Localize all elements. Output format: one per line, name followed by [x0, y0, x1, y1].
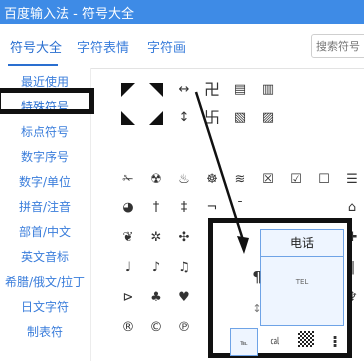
symbol-cell[interactable]: ▧: [226, 104, 254, 132]
symbol-cell[interactable]: ♫: [170, 254, 198, 282]
symbol-triangle-se[interactable]: [142, 104, 170, 132]
symbol-cell[interactable]: †: [142, 194, 170, 222]
sidebar-item-phonetics[interactable]: 英文音标: [0, 248, 90, 265]
symbol-cell[interactable]: ↔: [170, 76, 198, 104]
symbol-cell[interactable]: ♣: [142, 284, 170, 312]
sidebar-item-greek[interactable]: 希腊/俄文/拉丁: [0, 273, 90, 290]
symbol-preview-card: 电话 TEL: [260, 229, 344, 326]
active-tab-indicator: [8, 64, 58, 66]
symbol-cell[interactable]: ℗: [170, 314, 198, 342]
window-title: 百度输入法 - 符号大全: [4, 7, 134, 22]
symbol-cell[interactable]: ☰: [338, 166, 364, 194]
symbol-triangle-ne[interactable]: [142, 76, 170, 104]
symbol-cell[interactable]: ☢: [142, 166, 170, 194]
sidebar-item-radicals[interactable]: 部首/中文: [0, 223, 90, 240]
symbol-cell[interactable]: ❦: [114, 224, 142, 252]
symbol-cell[interactable]: ↕: [170, 104, 198, 132]
symbol-cell[interactable]: ☐: [310, 166, 338, 194]
sidebar-item-punctuation[interactable]: 标点符号: [0, 123, 90, 140]
symbol-cell[interactable]: 卐: [198, 104, 226, 132]
symbol-cell[interactable]: ☑: [282, 166, 310, 194]
symbol-cell[interactable]: ↕: [243, 295, 271, 323]
sidebar-item-japanese[interactable]: 日文字符: [0, 298, 90, 315]
annotation-highlight-box: [0, 88, 94, 114]
symbol-cell[interactable]: ®: [114, 314, 142, 342]
symbol-cell[interactable]: ⊳: [114, 284, 142, 312]
symbol-cell[interactable]: ¶: [243, 263, 271, 291]
symbol-cell[interactable]: ‡: [170, 194, 198, 222]
symbol-preview-glyph: TEL: [295, 278, 309, 286]
tab-bar: 符号大全 字符表情 字符画: [0, 24, 364, 69]
tab-symbols[interactable]: 符号大全: [10, 37, 62, 56]
sidebar-item-units[interactable]: 数字/单位: [0, 173, 90, 190]
symbol-cell[interactable]: ✁: [114, 166, 142, 194]
symbol-cell[interactable]: ♩: [114, 254, 142, 282]
symbol-preview-popup: 电话 TEL ¶ ↕ ℡ ㎈ ⁝: [208, 218, 352, 358]
symbol-checker-block[interactable]: [298, 331, 314, 347]
symbol-cell[interactable]: ©: [142, 314, 170, 342]
symbol-cell[interactable]: ✣: [170, 224, 198, 252]
symbol-cell[interactable]: ♪: [142, 254, 170, 282]
sidebar-item-pinyin[interactable]: 拼音/注音: [0, 198, 90, 215]
symbol-cell[interactable]: ▨: [254, 104, 282, 132]
symbol-cell[interactable]: ♥: [170, 284, 198, 312]
symbol-cell[interactable]: ☸: [198, 166, 226, 194]
search-input[interactable]: [311, 34, 364, 58]
symbol-triangle-sw[interactable]: [114, 104, 142, 132]
title-bar: 百度输入法 - 符号大全: [0, 0, 364, 24]
symbol-cell[interactable]: ▤: [226, 76, 254, 104]
symbol-cell[interactable]: ♨: [170, 166, 198, 194]
symbol-cell[interactable]: ㎈: [261, 328, 289, 356]
symbol-cell-selected[interactable]: ℡: [230, 328, 258, 356]
sidebar-item-box-drawing[interactable]: 制表符: [0, 323, 90, 340]
symbol-cell[interactable]: ☒: [254, 166, 282, 194]
symbol-name-label: 电话: [261, 230, 343, 257]
sidebar-item-numbers[interactable]: 数字序号: [0, 148, 90, 165]
symbol-cell[interactable]: ✲: [142, 224, 170, 252]
symbol-cell[interactable]: ▥: [254, 76, 282, 104]
symbol-triangle-nw[interactable]: [114, 76, 142, 104]
symbol-cell[interactable]: ≋: [226, 166, 254, 194]
tab-emoticons[interactable]: 字符表情: [77, 37, 129, 56]
tab-ascii-art[interactable]: 字符画: [147, 37, 186, 56]
symbol-cell[interactable]: ◕: [114, 194, 142, 222]
symbol-cell[interactable]: ⁝: [321, 328, 349, 356]
symbol-cell[interactable]: 卍: [198, 76, 226, 104]
